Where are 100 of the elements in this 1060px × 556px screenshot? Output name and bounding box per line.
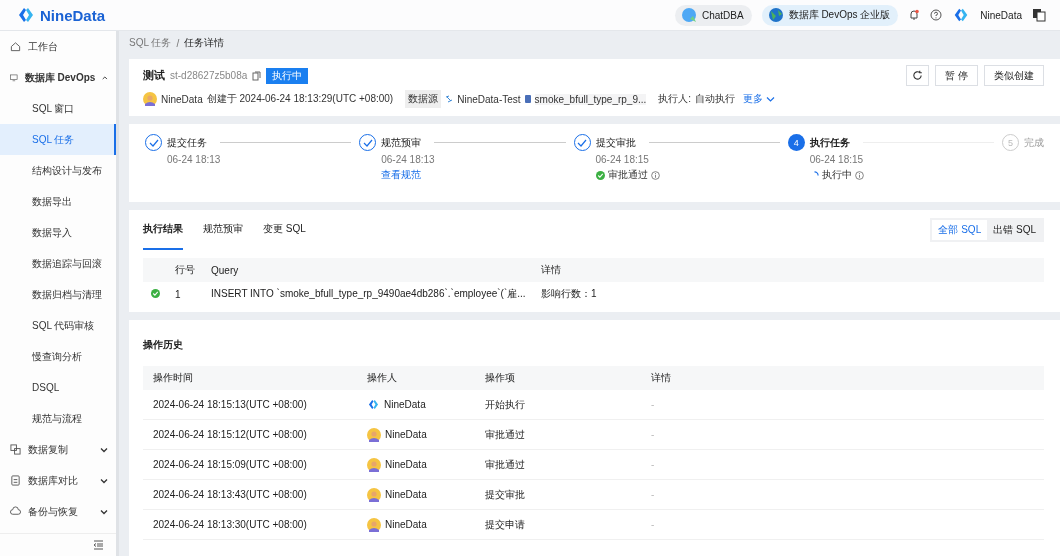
table-cell-text: 2024-06-24 18:13:30(UTC +08:00)	[153, 519, 308, 530]
collapse-menu-icon[interactable]	[93, 540, 104, 550]
chevron-down-icon	[100, 445, 108, 454]
tab[interactable]: 变更 SQL	[263, 210, 306, 250]
nav-item[interactable]: 慢查询分析	[0, 341, 116, 372]
operator-name: NineData	[385, 429, 427, 440]
nav-item[interactable]: 数据库对比	[0, 465, 116, 496]
view-rules-link[interactable]: 查看规范	[359, 168, 422, 182]
cloud-icon	[10, 506, 21, 517]
filter-option[interactable]: 全部 SQL	[932, 220, 988, 240]
table-cell-text: 提交申请	[485, 517, 526, 532]
step-number: 4	[787, 134, 805, 151]
operator-name: NineData	[385, 489, 427, 500]
tab[interactable]: 执行结果	[143, 210, 183, 250]
table-cell-text: -	[651, 519, 656, 530]
column-header: 操作项	[485, 371, 516, 385]
step-time: 06-24 18:15	[594, 154, 650, 165]
nav-item[interactable]: SQL 任务	[0, 124, 116, 155]
document-icon	[10, 475, 21, 486]
nav-item[interactable]: 规范与流程	[0, 403, 116, 434]
task-id: st-d28627z5b08a	[170, 70, 248, 81]
action-button[interactable]: 暂 停	[935, 65, 978, 86]
nav-item[interactable]: SQL 代码审核	[0, 310, 116, 341]
table-cell-text: 提交审批	[485, 487, 526, 502]
avatar-icon	[367, 487, 381, 502]
chevron-down-icon	[766, 95, 776, 103]
avatar-icon	[367, 457, 381, 472]
step-label: 提交任务	[167, 135, 207, 150]
table-cell-text: -	[651, 399, 656, 410]
table-cell-text: -	[651, 429, 656, 440]
nav-item[interactable]: SQL 窗口	[0, 93, 116, 124]
bell-icon[interactable]	[908, 9, 921, 21]
chevron-up-icon	[102, 73, 108, 82]
table-cell-text: 1	[175, 288, 182, 300]
table-cell-text: 审批通过	[485, 427, 526, 442]
column-header: 详情	[651, 371, 672, 385]
nav-item[interactable]: 数据复制	[0, 434, 116, 465]
creator-name: NineData	[161, 93, 203, 105]
home-icon	[10, 41, 21, 52]
table-cell-text: -	[651, 459, 656, 470]
refresh-button[interactable]	[906, 65, 930, 86]
executor-label: 执行人:	[658, 92, 692, 106]
chevron-down-icon	[100, 476, 108, 485]
nav-item[interactable]: DSQL	[0, 372, 116, 403]
operator-name: NineData	[385, 519, 427, 530]
step-label: 完成	[1024, 135, 1044, 150]
nav-item[interactable]: 备份与恢复	[0, 496, 116, 527]
info-icon[interactable]	[650, 170, 660, 180]
nav-item[interactable]: 数据归档与清理	[0, 279, 116, 310]
avatar-icon	[367, 427, 381, 442]
data-source-name: NineData-Test	[457, 93, 521, 105]
globe-icon	[767, 7, 784, 23]
nine-data-logo-icon	[367, 398, 380, 411]
database-name: smoke_bfull_type_rp_9...	[534, 93, 647, 105]
column-header: 行号	[175, 263, 196, 277]
user-name[interactable]: NineData	[980, 9, 1022, 21]
nav-item[interactable]: 数据导入	[0, 217, 116, 248]
copy-icon[interactable]	[252, 70, 262, 81]
table-cell-text: 2024-06-24 18:15:12(UTC +08:00)	[153, 429, 308, 440]
breadcrumb-item[interactable]: SQL 任务	[129, 36, 172, 50]
step-time: 06-24 18:13	[380, 154, 436, 165]
nav-item[interactable]: 结构设计与发布	[0, 155, 116, 186]
breadcrumb-item: 任务详情	[184, 36, 225, 50]
nine-data-logo-icon	[16, 5, 36, 25]
step-label: 执行任务	[809, 135, 850, 150]
executor-value: 自动执行	[695, 92, 736, 106]
avatar-icon	[367, 517, 381, 532]
help-icon[interactable]	[930, 9, 943, 21]
info-icon[interactable]	[854, 170, 864, 180]
table-cell-text: 2024-06-24 18:13:43(UTC +08:00)	[153, 489, 308, 500]
product-button[interactable]: ChatDBA	[674, 4, 752, 26]
brand-name: NineData	[40, 6, 106, 24]
step-status: 审批通过	[607, 168, 648, 182]
tab[interactable]: 规范预审	[203, 210, 243, 250]
table-cell-text: INSERT INTO `smoke_bfull_type_rp_9490ae4db286`.`employee`(`雇...	[211, 287, 527, 301]
step-label: 提交审批	[595, 135, 636, 150]
product-button[interactable]: 数据库 DevOps 企业版	[761, 4, 899, 26]
nav-item[interactable]: 工作台	[0, 31, 116, 62]
database-icon	[524, 95, 531, 103]
table-cell-text: -	[651, 489, 656, 500]
nav-item[interactable]: 数据库 DevOps	[0, 62, 116, 93]
nav-item[interactable]: 数据导出	[0, 186, 116, 217]
breadcrumb-separator: /	[176, 37, 180, 49]
language-icon[interactable]	[1032, 8, 1046, 22]
table-cell-text: 影响行数：1	[541, 287, 598, 301]
status-badge: 执行中	[266, 67, 309, 84]
action-button[interactable]: 类似创建	[984, 65, 1044, 86]
avatar-icon	[143, 92, 157, 106]
created-time: 创建于 2024-06-24 18:13:29(UTC +08:00)	[206, 92, 394, 106]
step-time: 06-24 18:15	[808, 154, 865, 165]
table-cell-text: 2024-06-24 18:15:13(UTC +08:00)	[153, 399, 308, 410]
nav-item[interactable]: 数据追踪与回滚	[0, 248, 116, 279]
operator-name: NineData	[385, 459, 427, 470]
filter-option[interactable]: 出错 SQL	[987, 220, 1042, 240]
step-time: 06-24 18:13	[166, 154, 222, 165]
chevron-down-icon	[100, 507, 108, 516]
operator-name: NineData	[384, 399, 426, 410]
check-circle-icon	[595, 170, 605, 180]
more-link[interactable]: 更多	[743, 92, 776, 106]
section-title: 操作历史	[143, 338, 184, 352]
